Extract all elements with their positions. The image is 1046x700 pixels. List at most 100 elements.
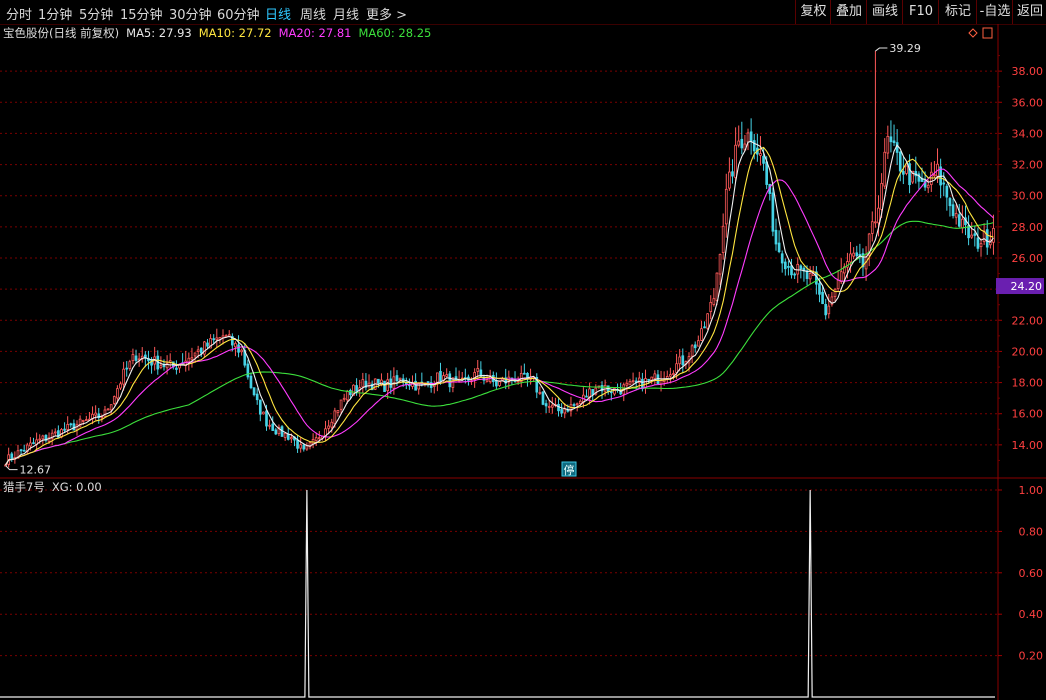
candle-body: [317, 437, 321, 440]
candle-body: [992, 228, 995, 243]
price-tick-12: 38.00: [1012, 65, 1044, 78]
candle-body: [933, 174, 936, 177]
candle-body: [641, 378, 644, 390]
kline-chart[interactable]: 14.0016.0018.0020.0022.0024.0026.0028.00…: [0, 0, 1046, 700]
candle-body: [979, 243, 983, 248]
candle-body: [100, 416, 104, 419]
candle-body: [212, 338, 216, 341]
price-tick-2: 18.00: [1012, 377, 1044, 390]
candle-body: [762, 155, 765, 164]
low-marker-label: 12.67: [20, 464, 52, 477]
candle-body: [377, 378, 380, 384]
candle-body: [53, 431, 57, 434]
candle-body: [628, 381, 632, 386]
candle-body: [190, 357, 194, 360]
candle-body: [10, 453, 14, 459]
candle-body: [206, 342, 209, 347]
candle-body: [237, 344, 240, 353]
candle-body: [109, 404, 113, 411]
diamond-icon[interactable]: [968, 28, 978, 38]
candle-body: [196, 349, 200, 352]
price-tick-3: 20.00: [1012, 345, 1044, 358]
candle-body: [619, 391, 622, 395]
candle-body: [948, 198, 952, 207]
candle-body: [833, 288, 837, 298]
candle-body: [476, 368, 480, 372]
candle-body: [557, 403, 560, 412]
candle-body: [501, 378, 504, 381]
candle-body: [771, 192, 775, 232]
legend-ma20: MA20: 27.81: [279, 26, 352, 40]
candle-body: [550, 404, 554, 408]
candle-body: [29, 442, 32, 447]
candle-body: [796, 263, 800, 275]
candle-body: [572, 404, 576, 406]
indicator-tick-4: 1.00: [1019, 484, 1044, 497]
candle-body: [199, 347, 203, 354]
indicator-tick-1: 0.40: [1019, 608, 1044, 621]
candle-body: [333, 410, 337, 425]
candle-body: [523, 372, 526, 375]
candles: [4, 51, 995, 468]
candle-body: [675, 363, 678, 373]
candle-body: [712, 298, 716, 305]
candle-body: [336, 410, 340, 413]
candle-body: [777, 242, 781, 253]
candle-body: [681, 355, 685, 366]
legend-ma5: MA5: 27.93: [126, 26, 192, 40]
candle-body: [690, 345, 694, 357]
candle-body: [824, 304, 828, 316]
candle-body: [268, 424, 271, 427]
candle-body: [821, 291, 824, 305]
candle-body: [349, 389, 352, 396]
candle-body: [398, 377, 402, 381]
candle-body: [898, 151, 902, 172]
candle-body: [700, 328, 703, 341]
candle-body: [780, 253, 784, 264]
candle-body: [159, 365, 163, 369]
candle-body: [224, 335, 228, 338]
ma20-line: [5, 168, 994, 466]
candle-body: [734, 144, 737, 179]
price-tick-7: 28.00: [1012, 221, 1044, 234]
candle-body: [731, 171, 734, 177]
candle-body: [839, 271, 843, 283]
candle-body: [246, 363, 250, 378]
candle-body: [445, 374, 449, 377]
candle-body: [951, 204, 955, 217]
candle-body: [787, 266, 790, 268]
candle-body: [345, 390, 349, 401]
candle-body: [765, 161, 768, 185]
candle-body: [193, 352, 197, 357]
candle-body: [265, 410, 268, 427]
candle-body: [942, 182, 946, 185]
candle-body: [262, 411, 265, 415]
candle-body: [818, 283, 821, 295]
candle-body: [252, 387, 256, 396]
panel-toggle-icon[interactable]: [982, 27, 993, 39]
candle-body: [945, 185, 949, 198]
candle-body: [234, 342, 237, 348]
candle-body: [696, 340, 700, 347]
candle-body: [647, 378, 650, 381]
candle-body: [255, 393, 259, 401]
suspend-marker: 停: [564, 463, 575, 477]
candle-body: [746, 132, 750, 143]
candle-body: [880, 183, 883, 210]
candle-body: [706, 313, 709, 329]
candle-body: [106, 408, 110, 411]
candle-body: [693, 344, 697, 349]
candle-body: [902, 171, 905, 175]
candle-body: [625, 382, 629, 386]
candle-body: [560, 409, 563, 414]
candle-body: [94, 412, 97, 416]
price-tick-11: 36.00: [1012, 96, 1044, 109]
candle-body: [715, 272, 719, 301]
candle-body: [799, 265, 803, 270]
candle-body: [327, 425, 330, 429]
candle-body: [970, 234, 974, 238]
price-tick-6: 26.00: [1012, 252, 1044, 265]
candle-body: [41, 435, 45, 440]
candle-body: [808, 273, 812, 280]
candle-body: [752, 140, 756, 152]
